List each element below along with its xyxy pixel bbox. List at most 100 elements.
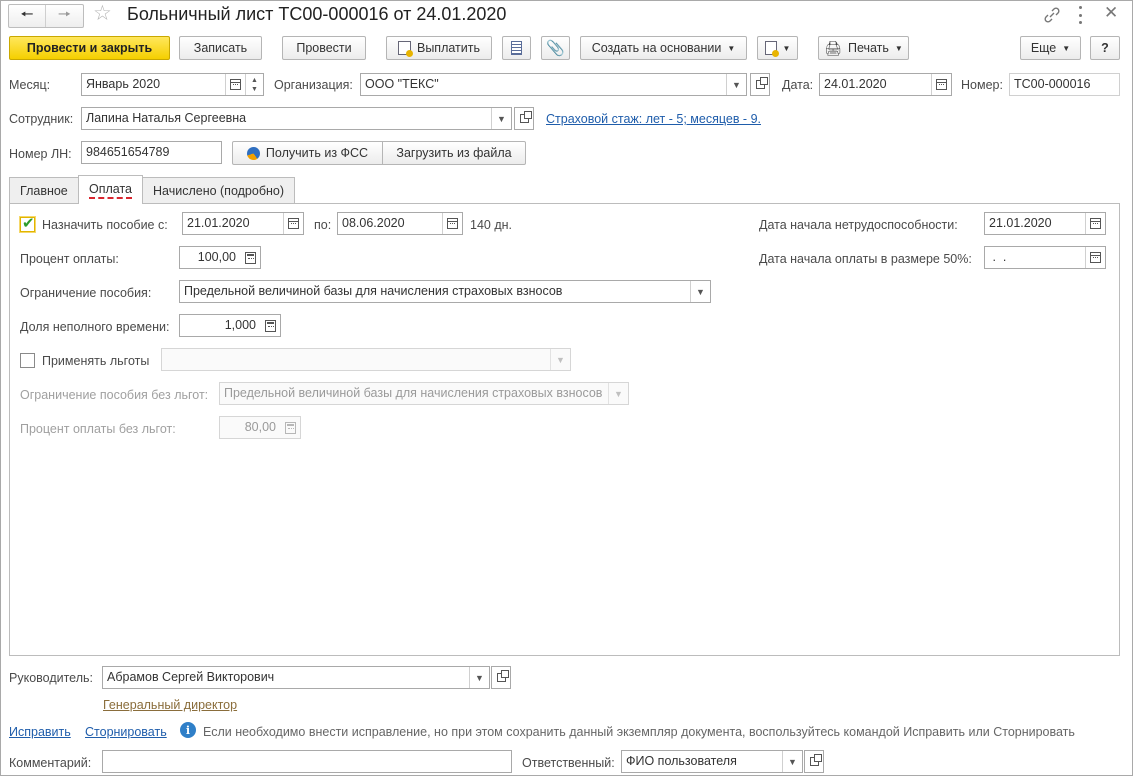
assign-benefit-checkbox[interactable]: ✔	[20, 215, 35, 232]
dropdown-icon[interactable]: ▼	[550, 349, 570, 370]
assign-to-value: 08.06.2020	[342, 216, 405, 230]
percent-without-benefits-field[interactable]: 80,00	[219, 416, 301, 439]
save-button[interactable]: Записать	[179, 36, 262, 60]
month-label: Месяц:	[9, 78, 51, 92]
forward-arrow-icon[interactable]: 🠖	[46, 5, 83, 27]
pay-label: Выплатить	[416, 41, 480, 55]
month-field[interactable]: Январь 2020 ▲ ▼	[81, 73, 264, 96]
spin-up-icon[interactable]: ▲	[251, 76, 258, 85]
calendar-icon[interactable]	[283, 213, 303, 234]
responsible-open-button[interactable]	[804, 750, 824, 773]
calendar-icon[interactable]	[1085, 213, 1105, 234]
employee-field[interactable]: Лапина Наталья Сергеевна ▼	[81, 107, 512, 130]
payment-percent-field[interactable]: 100,00	[179, 246, 261, 269]
back-arrow-icon[interactable]: 🠔	[9, 5, 46, 27]
post-and-close-label: Провести и закрыть	[26, 41, 153, 55]
get-from-fss-button[interactable]: Получить из ФСС	[232, 141, 383, 165]
sick-leave-number-label: Номер ЛН:	[9, 147, 72, 161]
tab-payment[interactable]: Оплата	[78, 175, 143, 204]
part-time-field[interactable]: 1,000	[179, 314, 281, 337]
insurance-experience-link[interactable]: Страховой стаж: лет - 5; месяцев - 9.	[546, 111, 761, 127]
help-label: ?	[1101, 41, 1109, 55]
list-icon	[511, 41, 522, 55]
attach-button[interactable]: 📎	[541, 36, 570, 60]
pay-button[interactable]: Выплатить	[386, 36, 492, 60]
responsible-label: Ответственный:	[522, 756, 615, 770]
dropdown-icon[interactable]: ▼	[491, 108, 511, 129]
post-button[interactable]: Провести	[282, 36, 366, 60]
organization-label: Организация:	[274, 78, 353, 92]
assign-from-field[interactable]: 21.01.2020	[182, 212, 304, 235]
manager-field[interactable]: Абрамов Сергей Викторович ▼	[102, 666, 490, 689]
employee-label: Сотрудник:	[9, 112, 74, 126]
dropdown-icon[interactable]: ▼	[469, 667, 489, 688]
close-icon[interactable]: ✕	[1104, 3, 1118, 23]
more-button[interactable]: Еще ▼	[1020, 36, 1081, 60]
incapacity-start-field[interactable]: 21.01.2020	[984, 212, 1106, 235]
part-time-value: 1,000	[224, 318, 256, 332]
help-button[interactable]: ?	[1090, 36, 1120, 60]
calendar-icon[interactable]	[442, 213, 462, 234]
save-label: Записать	[193, 41, 248, 55]
apply-benefits-checkbox[interactable]	[20, 353, 35, 368]
calculator-icon[interactable]	[280, 417, 300, 438]
benefit-limit-value: Предельной величиной базы для начисления…	[184, 284, 563, 298]
limit-without-benefits-field[interactable]: Предельной величиной базы для начисления…	[219, 382, 629, 405]
organization-open-button[interactable]	[750, 73, 770, 96]
employee-open-button[interactable]	[514, 107, 534, 130]
tab-main-label: Главное	[20, 184, 68, 198]
reverse-link[interactable]: Сторнировать	[85, 724, 167, 740]
manager-position-link[interactable]: Генеральный директор	[103, 697, 237, 713]
print-button[interactable]: 🖨 Печать ▼	[818, 36, 909, 60]
date-label: Дата:	[782, 78, 814, 92]
favorite-star-icon[interactable]: ☆	[93, 3, 112, 25]
tab-main[interactable]: Главное	[9, 177, 79, 204]
sick-leave-number-field[interactable]: 984651654789	[81, 141, 222, 164]
limit-without-benefits-label: Ограничение пособия без льгот:	[20, 388, 209, 402]
create-basis-button[interactable]: Создать на основании ▼	[580, 36, 747, 60]
benefit-limit-field[interactable]: Предельной величиной базы для начисления…	[179, 280, 711, 303]
date-field[interactable]: 24.01.2020	[819, 73, 952, 96]
load-from-file-button[interactable]: Загрузить из файла	[382, 141, 526, 165]
responsible-value: ФИО пользователя	[626, 754, 737, 768]
chevron-down-icon: ▼	[1062, 43, 1071, 53]
manager-value: Абрамов Сергей Викторович	[107, 670, 275, 684]
dropdown-icon[interactable]: ▼	[782, 751, 802, 772]
open-icon	[519, 111, 532, 123]
benefits-field[interactable]: ▼	[161, 348, 571, 371]
more-vertical-icon[interactable]	[1076, 6, 1084, 24]
tab-accrued-detailed[interactable]: Начислено (подробно)	[142, 177, 296, 204]
spin-down-icon[interactable]: ▼	[251, 85, 258, 94]
calendar-icon[interactable]	[225, 74, 245, 95]
calendar-icon[interactable]	[931, 74, 951, 95]
comment-field[interactable]	[102, 750, 512, 773]
chevron-down-icon: ▼	[727, 43, 736, 53]
number-field[interactable]: ТС00-000016	[1009, 73, 1120, 96]
dropdown-icon[interactable]: ▼	[726, 74, 746, 95]
date-value: 24.01.2020	[824, 77, 887, 91]
organization-field[interactable]: ООО "ТЕКС" ▼	[360, 73, 747, 96]
document-actions-button[interactable]: ▼	[757, 36, 798, 60]
chevron-down-icon: ▼	[782, 43, 791, 53]
post-label: Провести	[296, 41, 352, 55]
calendar-icon[interactable]	[1085, 247, 1105, 268]
half-pay-start-field[interactable]: . .	[984, 246, 1106, 269]
comment-label: Комментарий:	[9, 756, 92, 770]
link-icon[interactable]	[1043, 6, 1061, 24]
assign-to-field[interactable]: 08.06.2020	[337, 212, 463, 235]
month-spinner[interactable]: ▲ ▼	[245, 74, 263, 95]
benefit-limit-label: Ограничение пособия:	[20, 286, 152, 300]
responsible-field[interactable]: ФИО пользователя ▼	[621, 750, 803, 773]
dropdown-icon[interactable]: ▼	[690, 281, 710, 302]
tab-accrued-label: Начислено (подробно)	[153, 184, 285, 198]
fix-link[interactable]: Исправить	[9, 724, 71, 740]
get-from-fss-label: Получить из ФСС	[265, 146, 369, 160]
post-and-close-button[interactable]: Провести и закрыть	[9, 36, 170, 60]
manager-open-button[interactable]	[491, 666, 511, 689]
calculator-icon[interactable]	[240, 247, 260, 268]
list-button[interactable]	[502, 36, 531, 60]
dropdown-icon[interactable]: ▼	[608, 383, 628, 404]
payment-percent-label: Процент оплаты:	[20, 252, 119, 266]
window-title: Больничный лист ТС00-000016 от 24.01.202…	[127, 4, 507, 24]
calculator-icon[interactable]	[260, 315, 280, 336]
